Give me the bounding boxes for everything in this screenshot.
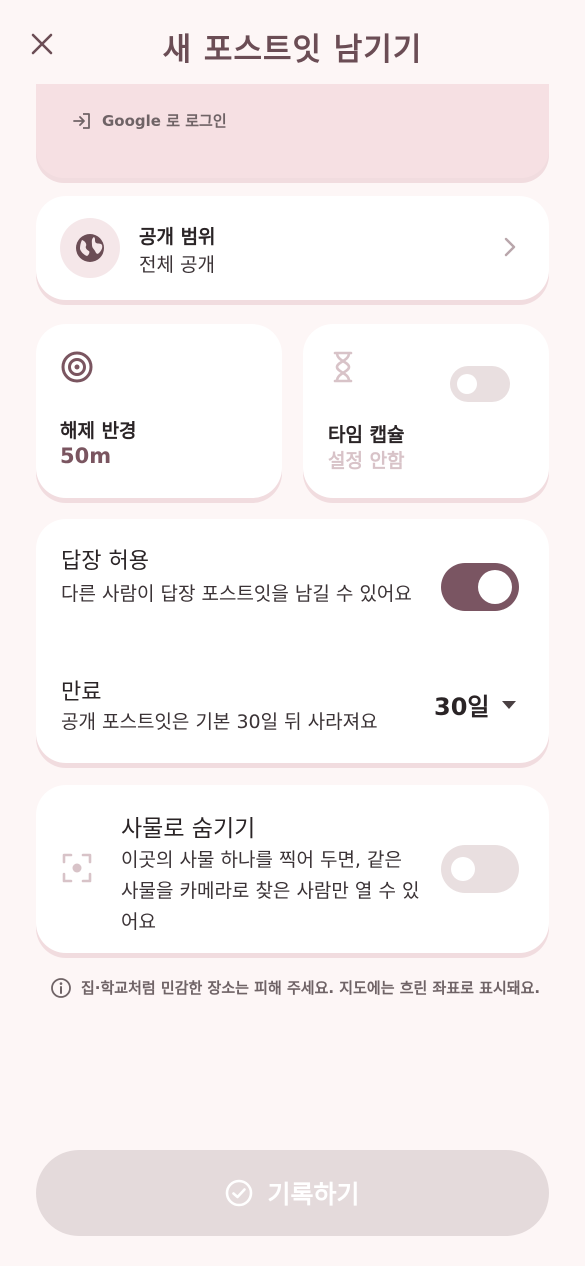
object-hide-card: 사물로 숨기기 이곳의 사물 하나를 찍어 두면, 같은 사물을 카메라로 찾은… xyxy=(36,785,549,953)
expiry-title: 만료 xyxy=(61,680,102,705)
visibility-label: 공개 범위 xyxy=(139,226,216,248)
time-capsule-value: 설정 안함 xyxy=(328,450,405,472)
dropdown-arrow-icon xyxy=(502,700,517,709)
globe-icon xyxy=(76,234,104,262)
info-icon xyxy=(51,978,71,998)
reply-description: 다른 사람이 답장 포스트잇을 남길 수 있어요 xyxy=(61,583,412,605)
focus-scan-icon xyxy=(62,853,92,883)
reply-title: 답장 허용 xyxy=(61,549,149,574)
object-hide-title: 사물로 숨기기 xyxy=(121,816,256,842)
reply-expiry-card: 답장 허용 다른 사람이 답장 포스트잇을 남길 수 있어요 만료 공개 포스트… xyxy=(36,519,549,763)
toggle-knob xyxy=(451,857,475,881)
page-title: 새 포스트잇 남기기 xyxy=(162,32,423,68)
time-capsule-setting: 타임 캡슐 설정 안함 xyxy=(303,324,549,498)
object-hide-description: 이곳의 사물 하나를 찍어 두면, 같은 사물을 카메라로 찾은 사람만 열 수… xyxy=(121,849,420,933)
toggle-knob xyxy=(478,570,512,604)
toggle-knob xyxy=(457,374,477,394)
header: 새 포스트잇 남기기 xyxy=(0,0,585,88)
expiry-description: 공개 포스트잇은 기본 30일 뒤 사라져요 xyxy=(61,711,378,733)
radius-setting[interactable]: 해제 반경 50m xyxy=(36,324,282,498)
object-hide-toggle[interactable] xyxy=(441,845,519,893)
reply-toggle[interactable] xyxy=(441,563,519,611)
hourglass-icon xyxy=(333,351,353,383)
visibility-value: 전체 공개 xyxy=(139,254,215,276)
expiry-dropdown[interactable]: 30일 xyxy=(434,687,517,722)
radius-value: 50m xyxy=(60,444,112,468)
globe-icon-wrap xyxy=(60,218,120,278)
time-capsule-label: 타임 캡슐 xyxy=(328,424,405,446)
expiry-selected-value: 30일 xyxy=(434,693,490,721)
new-postit-screen: 새 포스트잇 남기기 Google 로 로그인 공개 범위 전체 공개 해제 반… xyxy=(0,0,585,1266)
chevron-right-icon xyxy=(504,237,516,257)
visibility-setting[interactable]: 공개 범위 전체 공개 xyxy=(36,196,549,300)
target-icon xyxy=(61,351,93,383)
submit-button-label: 기록하기 xyxy=(267,1180,360,1209)
time-capsule-toggle[interactable] xyxy=(450,366,510,402)
radius-label: 해제 반경 xyxy=(60,420,137,442)
privacy-notice-text: 집·학교처럼 민감한 장소는 피해 주세요. 지도에는 흐린 좌표로 표시돼요. xyxy=(81,979,541,997)
login-card: Google 로 로그인 xyxy=(36,84,549,178)
login-icon xyxy=(73,112,90,129)
google-login-link[interactable]: Google 로 로그인 xyxy=(72,110,227,131)
check-circle-icon xyxy=(226,1179,253,1207)
google-login-label: Google 로 로그인 xyxy=(102,112,227,130)
submit-button[interactable]: 기록하기 xyxy=(36,1150,549,1236)
